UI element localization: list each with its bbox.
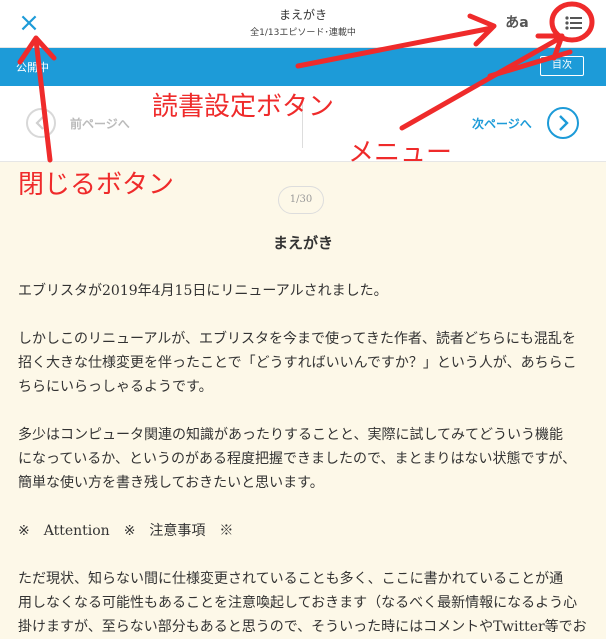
chapter-title: まえがき [272, 234, 333, 252]
paragraph: 多少はコンピュータ関連の知識があったりすることと、実際に試してみてどういう機能 … [18, 423, 593, 495]
reader-header: × まえがき 全1/13エピソード･連載中 あa [0, 0, 606, 48]
text-line: 掛けますが、至らない部分もあると思うので、そういった時にはコメントやTwitte… [18, 619, 587, 635]
paragraph: ただ現状、知らない間に仕様変更されていることも多く、ここに書かれていることが通 … [18, 567, 593, 639]
text-line: 招く大きな仕様変更を伴ったことで「どうすればいいんですか？」という人が、あちらこ [18, 355, 577, 371]
text-line: 簡単な使い方を書き残しておきたいと思います。 [18, 475, 324, 491]
prev-page-button[interactable] [26, 108, 56, 138]
chevron-right-icon [559, 115, 569, 131]
chevron-left-icon [35, 116, 44, 130]
prev-page-label[interactable]: 前ページへ [70, 115, 130, 132]
text-line: ※ Attention ※ 注意事項 ※ [18, 523, 234, 539]
paragraph: しかしこのリニューアルが、エブリスタを今まで使ってきた作者、読者どちらにも混乱を… [18, 327, 593, 399]
paragraph: ※ Attention ※ 注意事項 ※ [18, 519, 593, 543]
text-line: しかしこのリニューアルが、エブリスタを今まで使ってきた作者、読者どちらにも混乱を [18, 331, 576, 347]
text-line: エブリスタが2019年4月15日にリニューアルされました。 [18, 283, 388, 299]
next-page-label[interactable]: 次ページへ [472, 115, 532, 132]
publish-status: 公開中 [16, 61, 49, 74]
text-line: ただ現状、知らない間に仕様変更されていることも多く、ここに書かれていることが通 [18, 571, 564, 587]
text-line: 多少はコンピュータ関連の知識があったりすることと、実際に試してみてどういう機能 [18, 427, 564, 443]
annotation-menu-label: メニュー [348, 138, 453, 168]
next-page-button[interactable] [547, 107, 579, 139]
text-line: になっているか、というのがある程度把握できましたので、まとまりはない状態ですが、 [18, 451, 577, 467]
paragraph: エブリスタが2019年4月15日にリニューアルされました。 [18, 279, 593, 303]
page-counter: 1/30 [278, 186, 324, 214]
text-line: ちらにいらっしゃるようです。 [18, 379, 213, 395]
annotation-close-label: 閉じるボタン [18, 170, 175, 200]
toc-button[interactable]: 目次 [540, 56, 584, 76]
text-line: 用しなくなる可能性もあることを注意喚起しておきます（なるべく最新情報になるよう心 [18, 595, 578, 611]
list-menu-icon[interactable] [560, 10, 588, 36]
status-bar: 公開中 目次 [0, 48, 606, 86]
reading-settings-button[interactable]: あa [502, 10, 532, 36]
annotation-settings-label: 読書設定ボタン [152, 92, 335, 122]
